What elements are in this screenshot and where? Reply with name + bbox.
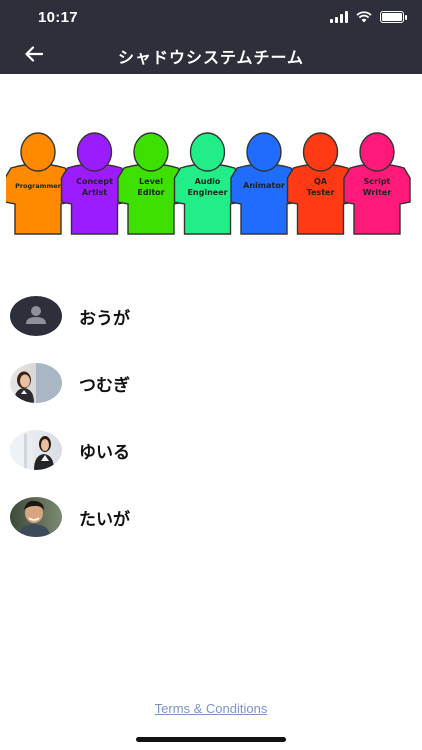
role-label: Script (364, 177, 391, 186)
role-figure: Script Writer (343, 132, 411, 235)
avatar-photo (10, 497, 62, 537)
figure-head (302, 132, 339, 172)
role-label: Artist (82, 188, 107, 197)
avatar-photo (10, 430, 62, 470)
role-label: Programmer (15, 182, 62, 190)
home-indicator (136, 737, 286, 742)
member-name: たいが (79, 509, 130, 530)
status-bar: 10:17 (0, 0, 422, 38)
figure-head (76, 132, 113, 172)
page-title: シャドウシステムチーム (117, 48, 305, 67)
status-icons (330, 11, 407, 23)
figure-head (20, 132, 56, 172)
figure-head (189, 132, 226, 172)
role-label: Writer (363, 188, 392, 197)
member-row-tsumugi[interactable]: つむぎ (10, 357, 410, 409)
role-label: Tester (307, 188, 335, 197)
member-name: ゆいる (79, 442, 130, 463)
role-label: Editor (137, 188, 164, 197)
figure-head (246, 132, 282, 172)
woman-portrait-icon (10, 430, 54, 470)
terms-conditions-link[interactable]: Terms & Conditions (0, 701, 422, 716)
member-row-ouga[interactable]: おうが (10, 290, 410, 342)
figure-head (133, 132, 169, 172)
wifi-icon (356, 11, 372, 23)
avatar-photo (10, 363, 62, 403)
man-portrait-icon (18, 500, 50, 537)
member-name: つむぎ (79, 375, 130, 396)
team-roles-banner: Programmer Concept Artist Level Editor Audio E… (6, 132, 411, 235)
figure-body (343, 163, 411, 235)
role-label: Engineer (187, 188, 227, 197)
person-icon (26, 306, 46, 324)
woman-portrait-icon (14, 363, 62, 403)
avatar-placeholder (10, 296, 62, 336)
member-row-yuiru[interactable]: ゆいる (10, 424, 410, 476)
member-name: おうが (79, 308, 130, 329)
status-time: 10:17 (38, 9, 78, 26)
cellular-signal-icon (330, 11, 348, 23)
role-label: Animator (243, 181, 285, 190)
role-label: Level (139, 177, 163, 186)
nav-bar: シャドウシステムチーム (0, 38, 422, 74)
role-label: Concept (76, 177, 113, 186)
figure-head (359, 132, 395, 172)
member-row-taiga[interactable]: たいが (10, 491, 410, 543)
battery-icon (380, 11, 407, 23)
role-label: Audio (195, 177, 221, 186)
role-label: QA (314, 177, 328, 186)
